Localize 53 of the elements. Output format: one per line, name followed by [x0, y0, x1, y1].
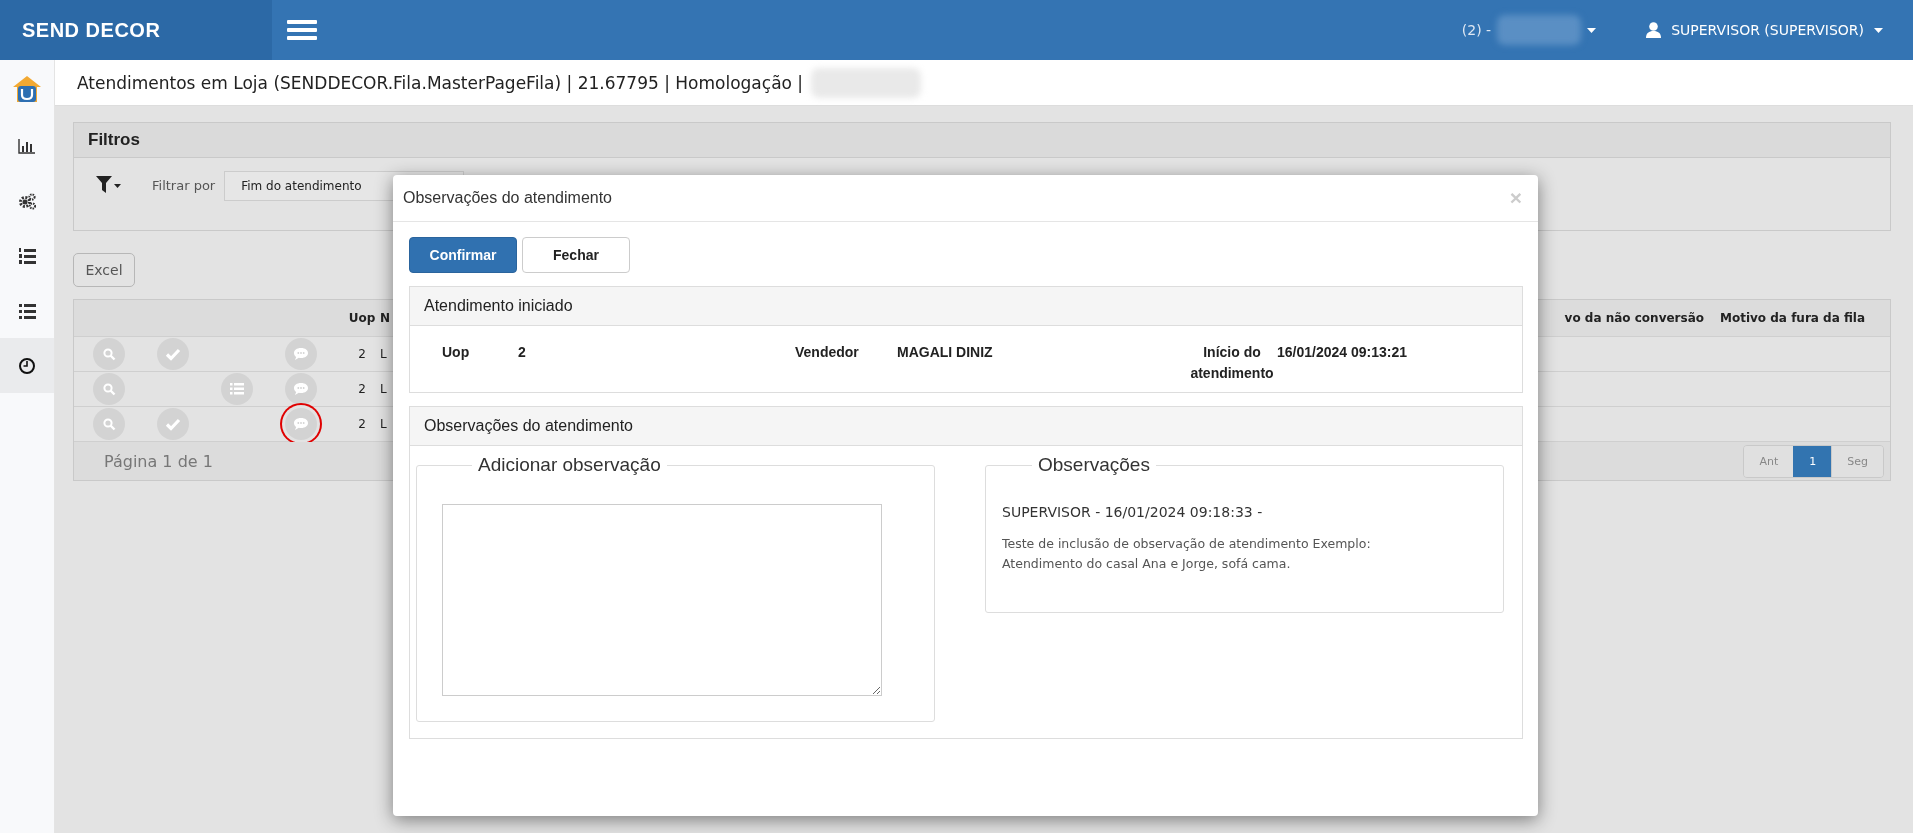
- panel-title: Atendimento iniciado: [424, 297, 573, 315]
- page-button[interactable]: 1: [1793, 445, 1832, 477]
- list-icon: [18, 301, 36, 320]
- filter-label: Filtrar por: [152, 178, 216, 193]
- page-title: Atendimentos em Loja (SENDDECOR.Fila.MasterPageFila) | 21.67795 | Homologação |: [77, 72, 804, 93]
- queue-dropdown[interactable]: (2) -: [1461, 15, 1597, 45]
- user-icon: [1646, 22, 1662, 38]
- panel-title: Filtros: [88, 130, 140, 150]
- field-value: MAGALI DINIZ: [897, 343, 994, 362]
- comment-button[interactable]: [285, 373, 317, 405]
- filter-icon[interactable]: [96, 175, 122, 195]
- numbered-list-icon: [18, 246, 36, 265]
- search-icon: [100, 345, 118, 363]
- check-button[interactable]: [157, 408, 189, 440]
- column-header: N: [380, 300, 394, 337]
- user-menu[interactable]: SUPERVISOR (SUPERVISOR): [1646, 22, 1883, 38]
- caret-icon: [1874, 27, 1883, 33]
- page-info: Página 1 de 1: [104, 451, 213, 471]
- list-icon: [228, 380, 246, 398]
- field-label: Uop: [442, 343, 471, 362]
- house-logo-icon[interactable]: [12, 75, 42, 103]
- check-button[interactable]: [157, 338, 189, 370]
- table-cell: 2: [344, 372, 380, 407]
- field-label: Vendedor: [795, 343, 860, 362]
- note-text: Teste de inclusão de observação de atendimento Exemplo: Atendimento do casal Ana e Jorge, sofá cama.: [1002, 535, 1372, 573]
- fieldset-legend: Adicionar observação: [472, 454, 667, 476]
- column-header: Motivo da fura da fila: [1712, 300, 1890, 337]
- brand-name: SEND DECOR: [22, 18, 161, 42]
- note-header: SUPERVISOR - 16/01/2024 09:18:33 -: [1002, 504, 1264, 520]
- field-value: 16/01/2024 09:13:21: [1277, 343, 1408, 362]
- chart-icon: [18, 136, 36, 155]
- speech-bubble-icon: [292, 380, 310, 398]
- field-value: 2: [518, 343, 527, 362]
- note-input-field[interactable]: [442, 504, 882, 696]
- panel-title: Observações do atendimento: [424, 417, 633, 435]
- close-dialog-button[interactable]: Fechar: [522, 237, 630, 273]
- next-page-button[interactable]: Seg: [1831, 445, 1883, 477]
- speech-bubble-icon: [292, 345, 310, 363]
- speech-bubble-icon: [292, 415, 310, 433]
- column-header: vo da não conversão: [1537, 300, 1712, 337]
- caret-icon: [1587, 27, 1597, 33]
- table-cell: 2: [344, 337, 380, 372]
- column-header: Uop: [344, 300, 380, 337]
- previous-page-button[interactable]: Ant: [1744, 445, 1794, 477]
- sidebar-item[interactable]: [0, 338, 54, 393]
- excel-button[interactable]: Excel: [73, 253, 135, 287]
- clock-icon: [18, 356, 36, 375]
- search-icon: [100, 415, 118, 433]
- confirm-button[interactable]: Confirmar: [409, 237, 517, 273]
- field-label: Início do atendimento: [1190, 343, 1274, 383]
- search-icon: [100, 380, 118, 398]
- fieldset-legend: Observações: [1032, 454, 1156, 476]
- menu-icon[interactable]: [287, 19, 317, 41]
